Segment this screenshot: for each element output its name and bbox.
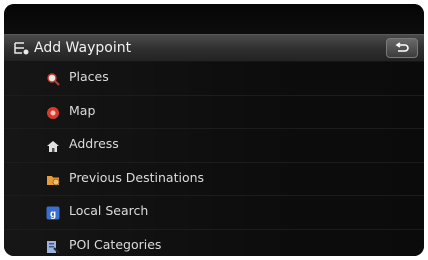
waypoint-icon: [12, 40, 30, 56]
menu-item-map[interactable]: Map: [4, 95, 424, 129]
folder-icon: [46, 172, 60, 186]
back-button[interactable]: [386, 38, 418, 58]
page-title: Add Waypoint: [34, 40, 132, 56]
menu-item-address[interactable]: Address: [4, 129, 424, 163]
menu-item-label: Places: [69, 69, 109, 84]
svg-text:g: g: [50, 209, 56, 220]
poi-icon: [46, 239, 60, 254]
menu-item-label: Address: [69, 136, 119, 151]
menu-item-label: Local Search: [69, 203, 149, 218]
menu-item-poi-categories[interactable]: POI Categories: [4, 229, 424, 256]
house-icon: [46, 138, 60, 152]
menu-item-label: Previous Destinations: [69, 169, 205, 185]
menu-item-previous-destinations[interactable]: Previous Destinations: [4, 162, 424, 196]
magnifier-icon: [46, 71, 60, 86]
menu-list: Places Map Address Previous Destinations…: [4, 62, 424, 256]
title-bar: Add Waypoint: [4, 34, 424, 62]
top-bar: [4, 4, 424, 33]
google-icon: g: [46, 205, 60, 220]
menu-item-places[interactable]: Places: [4, 62, 424, 96]
navigation-screen: Add Waypoint Places Map Address Previous…: [4, 4, 424, 256]
return-arrow-icon: [395, 42, 409, 52]
map-pin-icon: [46, 105, 60, 119]
menu-item-label: Map: [69, 102, 96, 118]
menu-item-local-search[interactable]: g Local Search: [4, 196, 424, 230]
menu-item-label: POI Categories: [69, 236, 162, 252]
